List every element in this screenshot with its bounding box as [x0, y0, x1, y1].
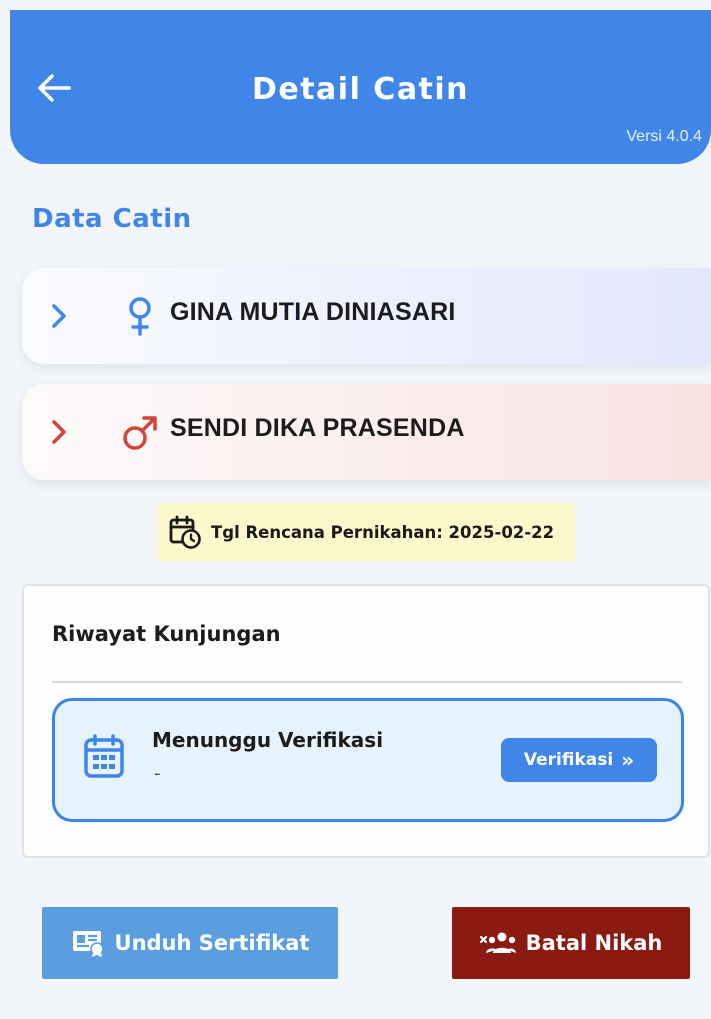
calendar-clock-icon — [169, 515, 201, 549]
app-header: Detail Catin Versi 4.0.4 — [10, 10, 711, 164]
chevron-right-icon — [52, 420, 66, 444]
cancel-marriage-label: Batal Nikah — [525, 931, 663, 955]
visit-card[interactable]: Menunggu Verifikasi - Verifikasi » — [52, 698, 684, 822]
divider — [52, 681, 682, 683]
section-title: Data Catin — [32, 204, 192, 234]
history-title: Riwayat Kunjungan — [52, 622, 281, 646]
double-chevron-right-icon: » — [621, 748, 635, 772]
certificate-icon — [72, 931, 104, 957]
cancel-group-icon — [479, 932, 516, 953]
version-label: Versi 4.0.4 — [626, 128, 702, 145]
cancel-marriage-button[interactable]: Batal Nikah — [452, 907, 690, 979]
person-card-female[interactable]: GINA MUTIA DINIASARI — [22, 268, 711, 364]
chevron-right-icon — [52, 304, 66, 328]
download-certificate-button[interactable]: Unduh Sertifikat — [42, 907, 338, 979]
visit-status: Menunggu Verifikasi — [152, 728, 384, 752]
calendar-icon — [84, 734, 124, 778]
page-title: Detail Catin — [251, 72, 470, 107]
wedding-date-tag: Tgl Rencana Pernikahan: 2025-02-22 — [157, 503, 575, 561]
verify-button[interactable]: Verifikasi » — [501, 738, 657, 782]
person-name: SENDI DIKA PRASENDA — [170, 414, 465, 442]
screen: Detail Catin Versi 4.0.4 Data Catin GINA… — [0, 0, 711, 1019]
download-certificate-label: Unduh Sertifikat — [114, 931, 310, 955]
person-card-male[interactable]: SENDI DIKA PRASENDA — [22, 384, 711, 480]
person-name: GINA MUTIA DINIASARI — [170, 298, 456, 326]
verify-button-label: Verifikasi — [523, 750, 614, 770]
wedding-date-text: Tgl Rencana Pernikahan: 2025-02-22 — [211, 522, 555, 542]
female-icon — [129, 297, 151, 336]
male-icon — [123, 416, 157, 450]
visit-detail: - — [154, 763, 161, 784]
visit-history-panel: Riwayat Kunjungan Menunggu Verifikasi - … — [22, 584, 710, 858]
